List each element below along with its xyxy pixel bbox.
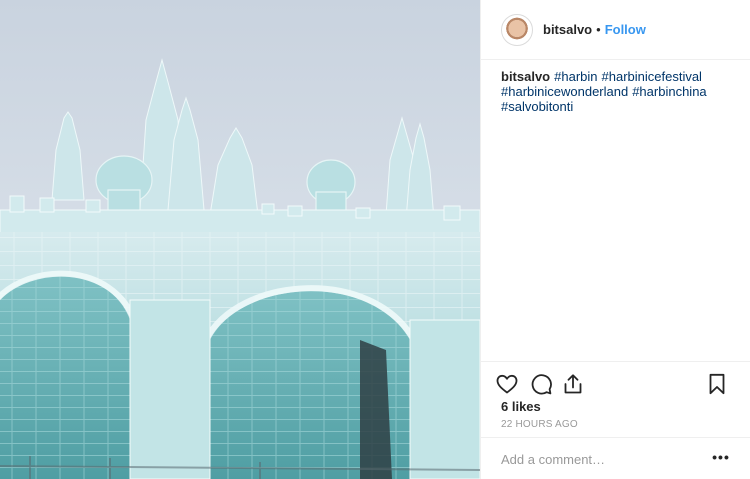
post-header: bitsalvo • Follow [481, 0, 750, 60]
heart-icon[interactable] [495, 372, 519, 396]
bookmark-icon[interactable] [705, 372, 729, 396]
share-icon[interactable] [561, 372, 585, 396]
more-options-icon[interactable]: ••• [711, 450, 731, 468]
post-caption: bitsalvo #harbin #harbinicefestival #harbin… [501, 69, 731, 114]
hashtag-link[interactable]: #harbinicewonderland [501, 84, 628, 99]
post-photo[interactable] [0, 0, 480, 479]
caption-username[interactable]: bitsalvo [501, 69, 550, 84]
ice-castle-image [0, 0, 480, 479]
post-timestamp[interactable]: 22 HOURS AGO [501, 419, 578, 430]
avatar[interactable] [501, 13, 533, 46]
hashtag-link[interactable]: #harbin [554, 69, 597, 84]
comment-icon[interactable] [529, 372, 553, 396]
post-details-panel: bitsalvo • Follow bitsalvo #harbin #harbin… [480, 0, 750, 479]
separator-dot: • [596, 22, 601, 37]
action-bar [481, 361, 750, 401]
hashtag-link[interactable]: #salvobitonti [501, 99, 573, 114]
hashtag-link[interactable]: #harbinicefestival [602, 69, 702, 84]
likes-count[interactable]: 6 likes [501, 399, 541, 414]
comment-bar: ••• [481, 437, 750, 479]
author-username[interactable]: bitsalvo [543, 22, 592, 37]
follow-button[interactable]: Follow [605, 22, 646, 37]
comment-input[interactable] [501, 450, 701, 468]
hashtag-link[interactable]: #harbinchina [632, 84, 706, 99]
